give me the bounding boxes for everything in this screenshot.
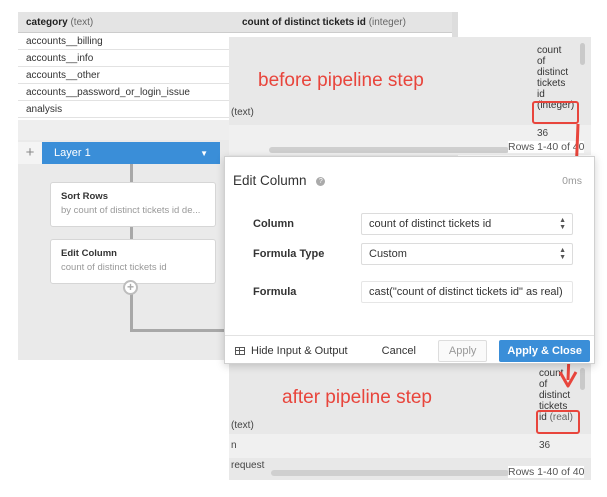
timing-label: 0ms: [562, 175, 582, 187]
dialog-title-text: Edit Column: [233, 173, 307, 188]
select-value: Custom: [369, 248, 407, 260]
toggle-label: Hide Input & Output: [251, 344, 348, 357]
formula-type-select[interactable]: Custom ▲ ▼: [361, 243, 573, 265]
table-icon: [235, 346, 245, 355]
edit-column-dialog: Edit Column ? 0ms Column count of distin…: [224, 156, 595, 364]
field-label: Formula Type: [253, 248, 325, 260]
dialog-title: Edit Column ?: [233, 173, 326, 188]
field-label: Formula: [253, 286, 297, 298]
select-arrows-icon: ▲ ▼: [559, 247, 566, 261]
column-select[interactable]: count of distinct tickets id ▲ ▼: [361, 213, 573, 235]
formula-input[interactable]: cast("count of distinct tickets id" as r…: [361, 281, 573, 303]
input-value: cast("count of distinct tickets id" as r…: [369, 286, 563, 298]
dialog-footer: Hide Input & Output Cancel Apply Apply &…: [225, 335, 594, 365]
form-row-formula-type: Formula Type Custom ▲ ▼: [253, 243, 573, 265]
select-arrows-icon: ▲ ▼: [559, 217, 566, 231]
apply-and-close-button[interactable]: Apply & Close: [499, 339, 590, 362]
field-label: Column: [253, 218, 294, 230]
hide-input-output-toggle[interactable]: Hide Input & Output: [225, 345, 382, 357]
help-icon[interactable]: ?: [316, 177, 326, 186]
form-row-formula: Formula cast("count of distinct tickets …: [253, 281, 573, 303]
apply-button[interactable]: Apply: [437, 339, 488, 362]
select-value: count of distinct tickets id: [369, 218, 492, 230]
cancel-button[interactable]: Cancel: [382, 345, 416, 357]
form-row-column: Column count of distinct tickets id ▲ ▼: [253, 213, 573, 235]
